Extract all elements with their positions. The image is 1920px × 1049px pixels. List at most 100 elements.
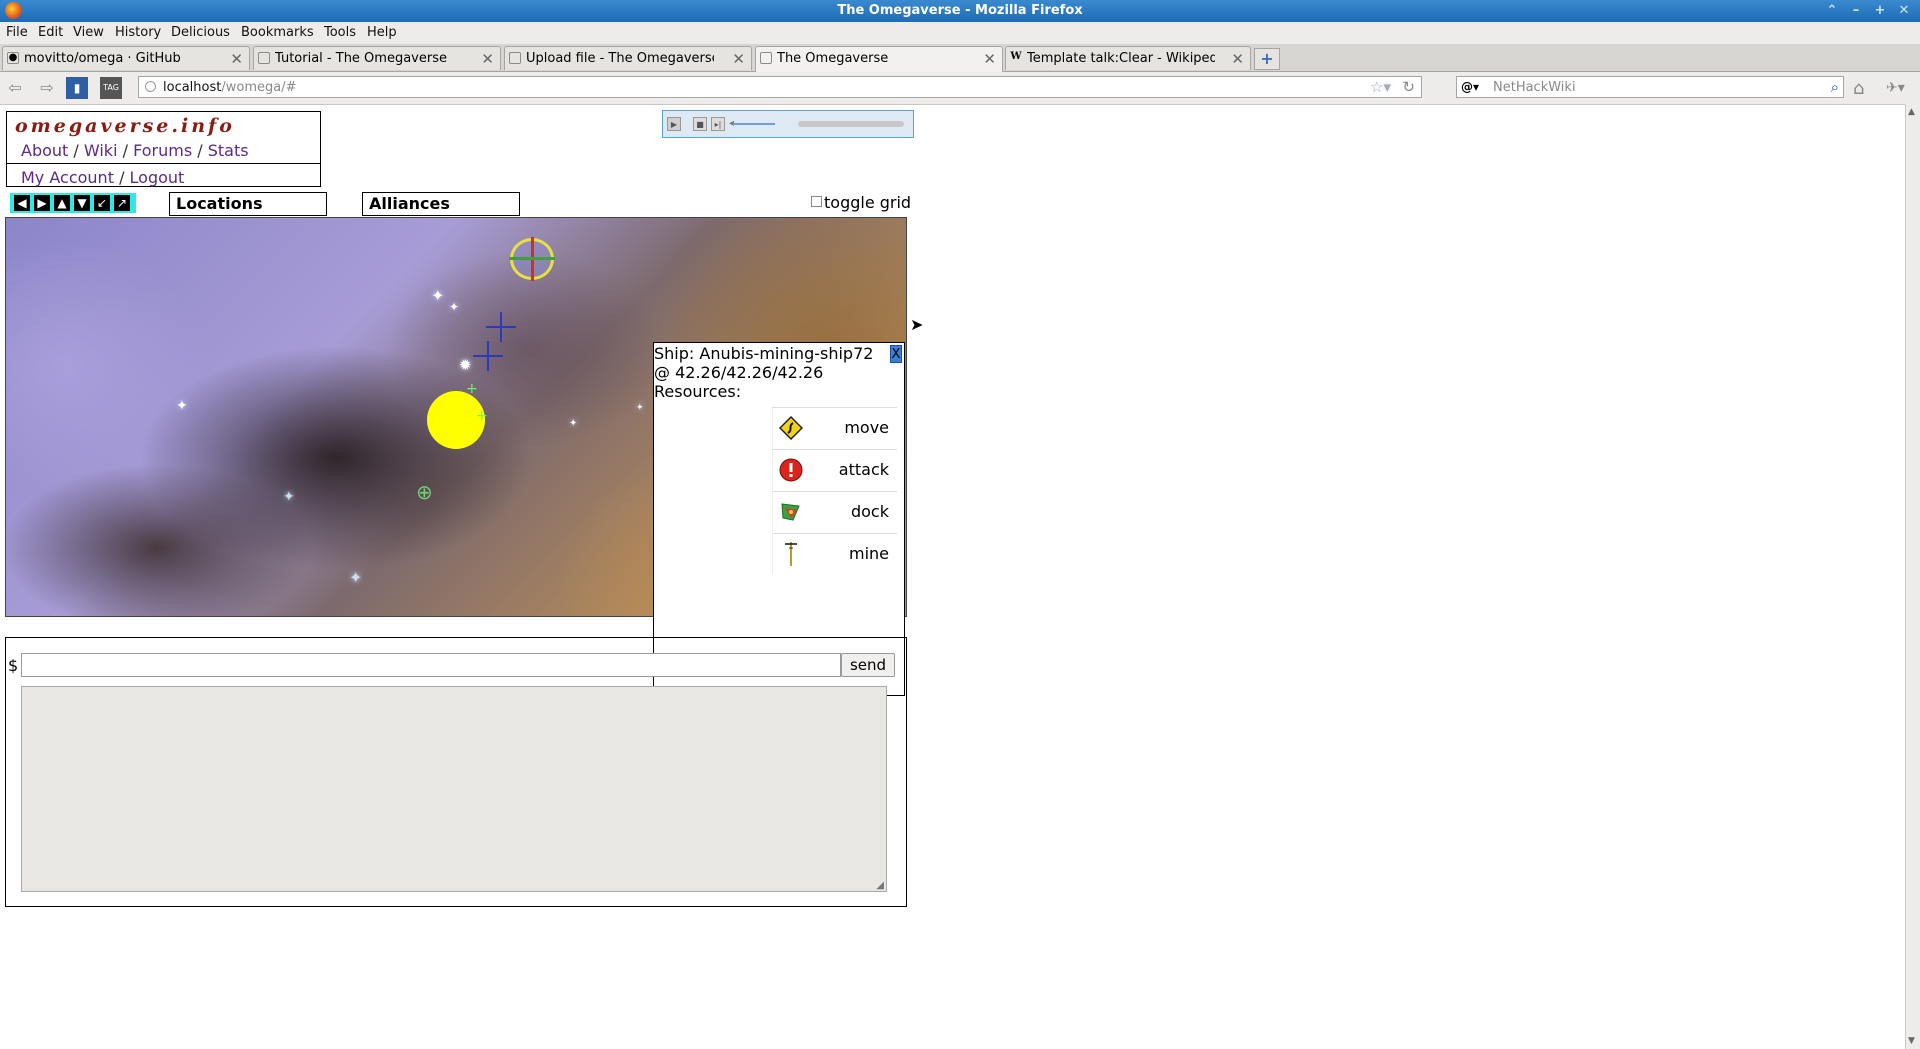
mine-button[interactable]: mine (772, 533, 897, 574)
planet-icon[interactable] (509, 237, 555, 281)
window-maximize-icon[interactable]: + (1872, 3, 1888, 19)
site-logo[interactable]: omegaverse.info (15, 115, 235, 137)
nav-about[interactable]: About (21, 141, 68, 160)
search-bar[interactable]: @▾ NetHackWiki ⌕ (1456, 76, 1844, 98)
tab-label: movitto/omega · GitHub (24, 51, 181, 66)
toggle-grid-checkbox[interactable] (811, 196, 822, 207)
url-bar[interactable]: localhost/womega/# ☆▾ ↻ (138, 76, 1422, 98)
move-button[interactable]: move (772, 407, 897, 448)
tab-omegaverse[interactable]: The Omegaverse ✕ (755, 46, 1003, 72)
tab-label: Tutorial - The Omegaverse (275, 51, 447, 66)
tab-wikipedia[interactable]: W Template talk:Clear - Wikipedi... ✕ (1005, 46, 1251, 70)
menu-delicious[interactable]: Delicious (171, 25, 230, 40)
move-sign-icon (779, 416, 803, 440)
tab-github[interactable]: ● movitto/omega · GitHub ✕ (2, 46, 250, 70)
site-header: omegaverse.info About / Wiki / Forums / … (6, 111, 321, 187)
seek-bar[interactable] (798, 121, 904, 127)
nav-separator: / (119, 168, 125, 187)
locations-tab[interactable]: Locations (169, 192, 327, 216)
addon-menu-icon[interactable]: ✈▾ (1886, 80, 1905, 96)
ship-location: @ 42.26/42.26/42.26 (654, 363, 824, 382)
new-tab-plus-icon[interactable]: + (1254, 48, 1280, 70)
pan-left-icon[interactable]: ◀ (14, 195, 30, 211)
ship-title: Ship: Anubis-mining-ship72 (654, 344, 874, 363)
mine-label: mine (848, 544, 889, 563)
send-button[interactable]: send (841, 653, 895, 677)
alliances-tab[interactable]: Alliances (362, 192, 520, 216)
console-output-area[interactable]: ◢ (21, 686, 887, 892)
play-icon[interactable]: ▶ (667, 117, 681, 131)
delicious-tag-icon[interactable]: TAG (100, 77, 122, 99)
tab-close-icon[interactable]: ✕ (230, 50, 243, 68)
home-icon[interactable]: ⌂ (1853, 78, 1864, 99)
next-icon[interactable]: ▸| (711, 117, 725, 131)
site-identity-icon[interactable] (145, 81, 156, 92)
tab-label: Upload file - The Omegaverse (526, 51, 714, 66)
tab-upload-file[interactable]: Upload file - The Omegaverse ✕ (504, 46, 752, 70)
ship-marker-icon[interactable]: ✹ (459, 356, 472, 374)
star-icon: ✦ (431, 286, 445, 305)
menu-bar: File Edit View History Delicious Bookmar… (0, 22, 1920, 45)
volume-slider[interactable] (733, 123, 775, 125)
pan-down-icon[interactable]: ▼ (74, 195, 90, 211)
close-panel-button[interactable]: X (890, 345, 902, 363)
nav-forums[interactable]: Forums (133, 141, 192, 160)
toggle-grid[interactable]: toggle grid (811, 193, 911, 212)
menu-tools[interactable]: Tools (324, 25, 356, 40)
tab-tutorial[interactable]: Tutorial - The Omegaverse ✕ (253, 46, 501, 70)
resize-handle-icon[interactable]: ◢ (876, 880, 884, 891)
page-icon (258, 52, 270, 64)
ship-resources-label: Resources: (654, 382, 742, 401)
wikipedia-icon: W (1010, 51, 1022, 62)
tab-close-icon[interactable]: ✕ (983, 50, 996, 68)
search-engine-icon[interactable]: @▾ (1461, 80, 1479, 94)
star-icon: ✦ (283, 489, 295, 505)
tab-close-icon[interactable]: ✕ (732, 50, 745, 68)
nav-separator: / (73, 141, 79, 160)
nav-wiki[interactable]: Wiki (84, 141, 118, 160)
zoom-in-icon[interactable]: ↙ (94, 195, 110, 211)
bookmark-star-icon[interactable]: ☆▾ (1370, 78, 1391, 96)
reload-icon[interactable]: ↻ (1402, 78, 1415, 96)
menu-file[interactable]: File (6, 25, 28, 40)
ship-cross-icon[interactable] (473, 341, 503, 371)
ship-cross-icon[interactable] (486, 312, 516, 342)
page-scrollbar[interactable]: ▲ ▼ (1905, 104, 1920, 1049)
back-arrow-icon[interactable]: ⇦ (4, 77, 26, 99)
tab-bar: ● movitto/omega · GitHub ✕ Tutorial - Th… (0, 44, 1920, 72)
stop-icon[interactable]: ■ (693, 117, 707, 131)
github-icon: ● (7, 52, 19, 64)
window-shade-icon[interactable]: ⌃ (1824, 3, 1840, 19)
command-console: $ send ◢ (5, 637, 907, 907)
menu-view[interactable]: View (73, 25, 104, 40)
menu-history[interactable]: History (115, 25, 161, 40)
toggle-grid-label: toggle grid (824, 193, 912, 212)
zoom-out-icon[interactable]: ↗ (114, 195, 130, 211)
command-input[interactable] (21, 653, 841, 677)
search-placeholder: NetHackWiki (1493, 80, 1576, 95)
search-icon[interactable]: ⌕ (1831, 78, 1839, 96)
tab-close-icon[interactable]: ✕ (481, 50, 494, 68)
scroll-up-icon[interactable]: ▲ (1908, 107, 1915, 117)
pan-up-icon[interactable]: ▲ (54, 195, 70, 211)
dock-icon (781, 503, 800, 521)
bookmark-icon[interactable]: ▮ (66, 77, 88, 99)
nav-stats[interactable]: Stats (208, 141, 249, 160)
tab-close-icon[interactable]: ✕ (1231, 50, 1244, 68)
page-content: omegaverse.info About / Wiki / Forums / … (0, 105, 1905, 1049)
page-icon (760, 52, 772, 64)
asteroid-icon[interactable]: ⊕ (416, 480, 433, 504)
pan-right-icon[interactable]: ▶ (34, 195, 50, 211)
window-minimize-icon[interactable]: – (1848, 3, 1864, 19)
attack-button[interactable]: attack (772, 449, 897, 490)
scroll-down-icon[interactable]: ▼ (1908, 1036, 1915, 1046)
window-close-icon[interactable]: ✕ (1896, 3, 1912, 19)
dock-button[interactable]: dock (772, 491, 897, 532)
logout-link[interactable]: Logout (130, 168, 185, 187)
my-account-link[interactable]: My Account (21, 168, 114, 187)
menu-bookmarks[interactable]: Bookmarks (241, 25, 314, 40)
menu-edit[interactable]: Edit (38, 25, 63, 40)
header-divider (7, 163, 320, 164)
forward-arrow-icon[interactable]: ⇨ (36, 77, 58, 99)
menu-help[interactable]: Help (367, 25, 397, 40)
